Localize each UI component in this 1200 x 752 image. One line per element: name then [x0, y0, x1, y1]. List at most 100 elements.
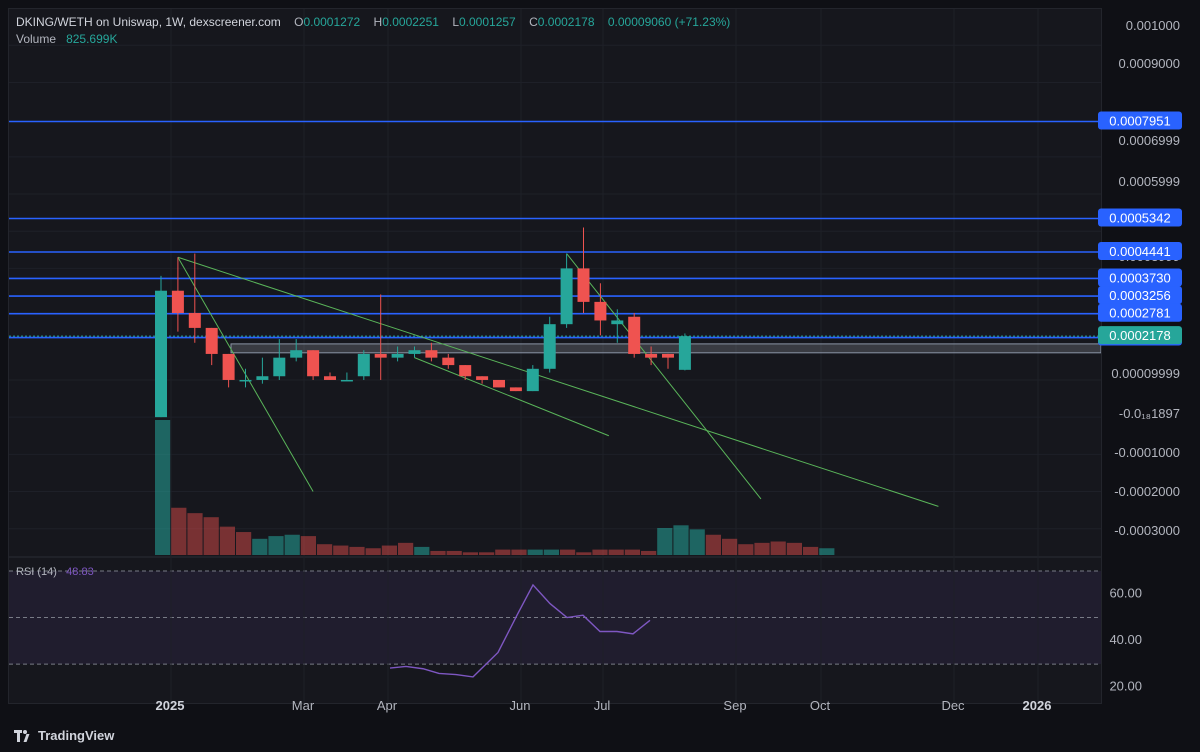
candle-body [256, 376, 269, 380]
level-price-label: 0.0004441 [1109, 244, 1170, 259]
candle-body [645, 353, 658, 358]
volume-bar [365, 548, 381, 555]
volume-bar [543, 549, 559, 555]
close-value: 0.0002178 [537, 15, 595, 29]
candle-body [543, 324, 556, 369]
rsi-tick-label: 20.00 [1109, 678, 1142, 693]
candle-body [509, 387, 522, 392]
candle-body [391, 353, 404, 358]
candle-body [374, 353, 387, 358]
rsi-tick-label: 40.00 [1109, 632, 1142, 647]
volume-bar [300, 536, 316, 555]
candle-body [526, 368, 539, 392]
change-value: 0.00009060 (+71.23%) [607, 15, 731, 29]
trendline [177, 256, 939, 507]
level-price-tag [1098, 111, 1182, 130]
volume-bar [479, 552, 495, 555]
level-price-label: 0.0003256 [1109, 288, 1170, 303]
tradingview-logo-icon [14, 729, 32, 742]
y-tick-label: 0.0009000 [1119, 56, 1180, 71]
level-price-label: 0.0003730 [1109, 270, 1170, 285]
volume-bar [560, 549, 576, 555]
candle-body [628, 316, 641, 354]
y-tick-label: 0.0006999 [1119, 133, 1180, 148]
volume-bar [689, 529, 705, 555]
volume-bar [738, 544, 754, 555]
candle-body [425, 350, 438, 358]
candle-body [678, 336, 691, 370]
y-tick-label: 0.0004999 [1119, 211, 1180, 226]
volume-bar [219, 526, 235, 555]
volume-bar [576, 552, 592, 555]
volume-legend: Volume 825.699K [16, 32, 117, 46]
volume-bar [349, 546, 365, 555]
volume-bar [317, 544, 333, 555]
y-tick-label: -0.0003000 [1114, 523, 1180, 538]
candle-body [340, 379, 353, 382]
level-price-tag [1098, 303, 1182, 322]
y-tick-label: 0.0005999 [1119, 174, 1180, 189]
rsi-tick-label: 60.00 [1109, 585, 1142, 600]
open-value: 0.0001272 [303, 15, 361, 29]
low-value: 0.0001257 [459, 15, 516, 29]
trendline [414, 357, 610, 437]
last-price-tag [1098, 326, 1182, 345]
high-label: H [373, 15, 383, 29]
chart-frame[interactable] [8, 8, 1102, 704]
candle-body [222, 353, 235, 380]
candle-body [307, 350, 320, 377]
candle-body [205, 327, 218, 354]
volume-bar [333, 545, 349, 555]
candle-body [324, 376, 336, 380]
volume-bar [495, 549, 511, 555]
candle-body [594, 301, 607, 321]
rsi-label: RSI (14) [16, 566, 57, 578]
volume-bar [592, 549, 608, 555]
high-value: 0.0002251 [382, 15, 439, 29]
volume-bar [155, 420, 171, 555]
y-tick-label: 0.00009999 [1111, 366, 1180, 381]
y-tick-label: 0.001000 [1126, 18, 1180, 33]
level-price-tag [1098, 268, 1182, 287]
volume-bar [657, 528, 673, 555]
level-price-tag [1098, 327, 1182, 346]
candle-body [290, 350, 303, 358]
level-price-tag [1098, 208, 1182, 227]
level-price-tag [1098, 286, 1182, 305]
volume-bar [803, 546, 819, 555]
rsi-value: 48.83 [66, 566, 94, 578]
volume-bar [722, 538, 738, 555]
y-tick-label: -0.0002000 [1114, 484, 1180, 499]
level-price-label: 0.0002781 [1109, 306, 1170, 321]
candle-body [459, 365, 472, 377]
volume-bar [284, 534, 300, 555]
volume-label: Volume [16, 32, 57, 46]
chart-legend: DKING/WETH on Uniswap, 1W, dexscreener.c… [16, 15, 730, 29]
volume-bar [171, 507, 187, 555]
trendline [566, 253, 762, 500]
tradingview-brand[interactable]: TradingView [14, 728, 114, 743]
level-price-label: 0.0005342 [1109, 211, 1170, 226]
volume-bar [187, 513, 203, 555]
low-label: L [452, 15, 459, 29]
candle-body [357, 353, 370, 377]
close-label: C [529, 15, 538, 29]
volume-bar [236, 532, 252, 555]
y-tick-label: -0.0₁₈1897 [1119, 406, 1180, 421]
support-zone [230, 343, 1101, 354]
chart-canvas[interactable] [9, 9, 1101, 703]
pair-title: DKING/WETH on Uniswap, 1W, dexscreener.c… [16, 15, 281, 29]
candle-body [442, 357, 455, 366]
volume-bar [624, 549, 640, 555]
candle-body [273, 357, 286, 377]
brand-name: TradingView [38, 728, 115, 743]
candle-body [662, 353, 674, 358]
candle-body [188, 313, 201, 328]
y-tick-label: 0.0003999 [1119, 249, 1180, 264]
rsi-legend: RSI (14) 48.83 [16, 566, 94, 578]
level-price-tag [1098, 242, 1182, 261]
candle-body [239, 379, 252, 382]
candle-body [408, 350, 421, 354]
level-price-label: 0.0002141 [1109, 330, 1170, 345]
volume-bar [527, 549, 543, 555]
